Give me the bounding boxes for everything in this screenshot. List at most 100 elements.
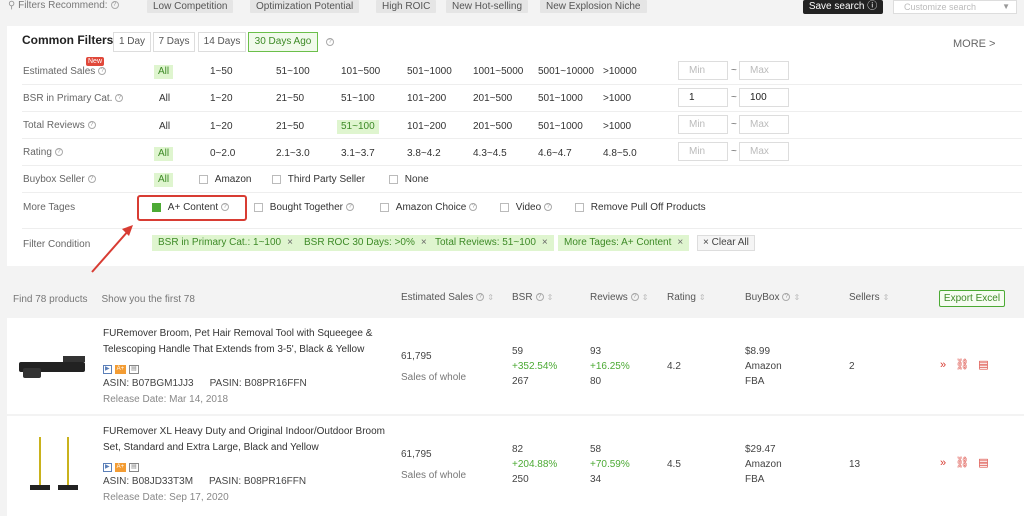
- more-link[interactable]: MORE >: [953, 38, 995, 50]
- sales-option-all[interactable]: All: [154, 65, 174, 79]
- close-icon[interactable]: ×: [421, 237, 427, 248]
- checkbox[interactable]: [389, 174, 398, 184]
- reviews-option[interactable]: 101~200: [407, 120, 446, 134]
- reviews-option[interactable]: 1~20: [210, 120, 233, 134]
- sales-option[interactable]: >10000: [603, 65, 637, 79]
- checkbox[interactable]: [380, 202, 389, 212]
- reviews-max-input[interactable]: Max: [739, 115, 789, 134]
- tab-30-days-ago[interactable]: 30 Days Ago: [248, 32, 318, 52]
- link-icon[interactable]: ⛓: [955, 359, 969, 371]
- tab-14-days[interactable]: 14 Days: [198, 32, 246, 52]
- condition-tag-bsr[interactable]: BSR in Primary Cat.: 1~100 ×: [152, 235, 299, 251]
- product-title[interactable]: FURemover XL Heavy Duty and Original Ind…: [103, 424, 385, 456]
- sort-icon[interactable]: ⇕: [642, 293, 649, 302]
- sort-icon[interactable]: ⇕: [699, 293, 706, 302]
- col-reviews[interactable]: Reviews? ⇕: [590, 292, 649, 303]
- close-icon[interactable]: ×: [677, 237, 683, 248]
- col-rating[interactable]: Rating ⇕: [667, 292, 706, 303]
- bsr-option[interactable]: 101~200: [407, 92, 446, 106]
- customize-search-select[interactable]: Customize search ▼: [893, 0, 1017, 14]
- bsr-max-input[interactable]: 100: [739, 88, 789, 107]
- col-sellers[interactable]: Sellers ⇕: [849, 292, 889, 303]
- checkbox[interactable]: [272, 174, 281, 184]
- sort-icon[interactable]: ⇕: [547, 293, 554, 302]
- checkbox[interactable]: [199, 174, 208, 184]
- checkbox[interactable]: [254, 202, 263, 212]
- rating-max-input[interactable]: Max: [739, 142, 789, 161]
- reviews-min-input[interactable]: Min: [678, 115, 728, 134]
- rating-option[interactable]: 0~2.0: [210, 147, 235, 161]
- rating-min-input[interactable]: Min: [678, 142, 728, 161]
- sort-icon[interactable]: ⇕: [487, 293, 494, 302]
- buybox-option-none[interactable]: None: [389, 173, 429, 187]
- clear-all-button[interactable]: × Clear All: [697, 235, 755, 251]
- condition-tag-reviews[interactable]: Total Reviews: 51~100 ×: [429, 235, 554, 251]
- chip-new-explosion-niche[interactable]: New Explosion Niche: [540, 0, 647, 13]
- sales-option[interactable]: 51~100: [276, 65, 310, 79]
- rating-option[interactable]: 3.8~4.2: [407, 147, 441, 161]
- tag-remove-pull-off[interactable]: Remove Pull Off Products: [575, 201, 706, 215]
- sort-icon[interactable]: ⇕: [793, 293, 800, 302]
- tag-video[interactable]: Video?: [500, 201, 553, 215]
- bsr-min-input[interactable]: 1: [678, 88, 728, 107]
- sales-option[interactable]: 1~50: [210, 65, 233, 79]
- checkbox[interactable]: [500, 202, 509, 212]
- buybox-option-third-party[interactable]: Third Party Seller: [272, 173, 365, 187]
- sales-option[interactable]: 101~500: [341, 65, 380, 79]
- rating-option[interactable]: 4.3~4.5: [473, 147, 507, 161]
- rating-option[interactable]: 3.1~3.7: [341, 147, 375, 161]
- tag-amazon-choice[interactable]: Amazon Choice?: [380, 201, 478, 215]
- sales-option[interactable]: 1001~5000: [473, 65, 523, 79]
- tab-7-days[interactable]: 7 Days: [153, 32, 195, 52]
- rating-value: 4.5: [667, 459, 681, 470]
- sales-max-input[interactable]: Max: [739, 61, 789, 80]
- bsr-option[interactable]: 201~500: [473, 92, 512, 106]
- save-search-button[interactable]: Save search ⓘ: [803, 0, 883, 14]
- col-buybox[interactable]: BuyBox? ⇕: [745, 292, 800, 303]
- tab-1-day[interactable]: 1 Day: [113, 32, 151, 52]
- sort-icon[interactable]: ⇕: [883, 293, 890, 302]
- export-excel-button[interactable]: Export Excel: [939, 290, 1005, 307]
- tag-bought-together[interactable]: Bought Together?: [254, 201, 354, 215]
- buybox-option-all[interactable]: All: [154, 173, 174, 187]
- link-icon[interactable]: ⛓: [955, 457, 969, 469]
- buybox-option-amazon[interactable]: Amazon: [199, 173, 251, 187]
- col-estimated-sales[interactable]: Estimated Sales? ⇕: [401, 292, 494, 303]
- close-icon[interactable]: ×: [542, 237, 548, 248]
- bsr-option[interactable]: 51~100: [341, 92, 375, 106]
- checkbox[interactable]: [575, 202, 584, 212]
- bsr-option[interactable]: 1~20: [210, 92, 233, 106]
- reviews-option-all[interactable]: All: [159, 120, 170, 134]
- reviews-option[interactable]: 21~50: [276, 120, 304, 134]
- product-image[interactable]: [28, 435, 83, 495]
- reviews-option-selected[interactable]: 51~100: [337, 120, 379, 134]
- sales-option[interactable]: 5001~10000: [538, 65, 594, 79]
- reviews-option[interactable]: >1000: [603, 120, 631, 134]
- col-bsr[interactable]: BSR? ⇕: [512, 292, 553, 303]
- report-icon[interactable]: ▤: [978, 457, 988, 469]
- chip-high-roic[interactable]: High ROIC: [376, 0, 437, 13]
- chip-optimization-potential[interactable]: Optimization Potential: [250, 0, 360, 13]
- chip-new-hot-selling[interactable]: New Hot-selling: [446, 0, 529, 13]
- bsr-option[interactable]: 21~50: [276, 92, 304, 106]
- product-image[interactable]: [15, 350, 90, 385]
- condition-tag-more-tages[interactable]: More Tages: A+ Content ×: [558, 235, 690, 251]
- close-icon[interactable]: ×: [287, 237, 293, 248]
- report-icon[interactable]: ▤: [978, 359, 988, 371]
- chip-low-competition[interactable]: Low Competition: [147, 0, 234, 13]
- rating-option[interactable]: 4.8~5.0: [603, 147, 637, 161]
- rating-option[interactable]: 2.1~3.0: [276, 147, 310, 161]
- product-title[interactable]: FURemover Broom, Pet Hair Removal Tool w…: [103, 326, 385, 358]
- sales-min-input[interactable]: Min: [678, 61, 728, 80]
- condition-tag-bsr-roc[interactable]: BSR ROC 30 Days: >0% ×: [298, 235, 433, 251]
- double-chevron-icon[interactable]: »: [940, 457, 946, 469]
- bsr-option[interactable]: 501~1000: [538, 92, 583, 106]
- bsr-option-all[interactable]: All: [159, 92, 170, 106]
- reviews-option[interactable]: 201~500: [473, 120, 512, 134]
- rating-option[interactable]: 4.6~4.7: [538, 147, 572, 161]
- double-chevron-icon[interactable]: »: [940, 359, 946, 371]
- sales-option[interactable]: 501~1000: [407, 65, 452, 79]
- reviews-option[interactable]: 501~1000: [538, 120, 583, 134]
- rating-option-all[interactable]: All: [154, 147, 174, 161]
- bsr-option[interactable]: >1000: [603, 92, 631, 106]
